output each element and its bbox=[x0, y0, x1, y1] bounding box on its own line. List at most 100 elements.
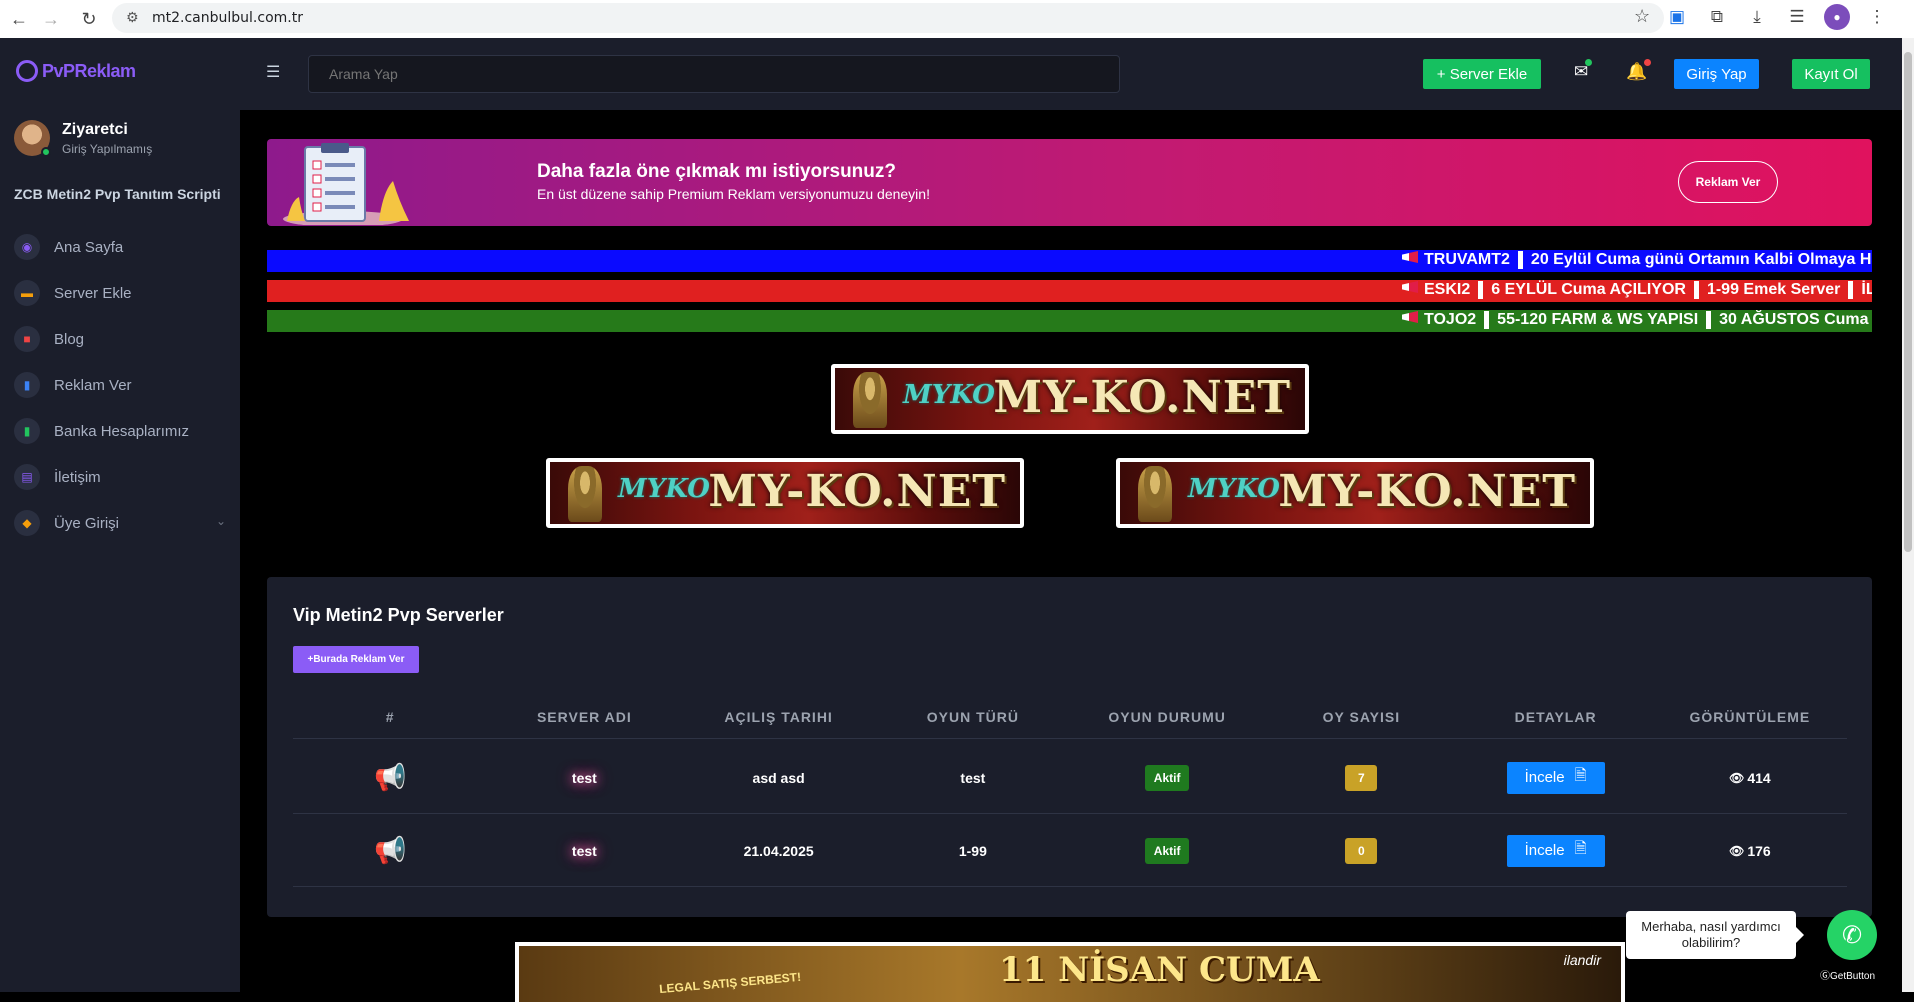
chat-greeting-bubble[interactable]: Merhaba, nasıl yardımcı olabilirim? bbox=[1626, 911, 1804, 959]
sidebar-item-label: Ana Sayfa bbox=[54, 238, 124, 256]
login-button[interactable]: Giriş Yap bbox=[1674, 59, 1759, 89]
megaphone-icon bbox=[1402, 281, 1418, 293]
whatsapp-icon: ✆ bbox=[1841, 921, 1863, 949]
page-scrollbar[interactable] bbox=[1902, 38, 1914, 992]
server-name[interactable]: test bbox=[572, 843, 597, 859]
cell-server-name: test bbox=[487, 843, 681, 859]
ticker-text: TOJO2 bbox=[1424, 311, 1477, 328]
table-row: 📢 test asd asd test Aktif 7 İncele 🗎 👁 414 bbox=[293, 742, 1847, 814]
cell-icon: 📢 bbox=[293, 762, 487, 793]
inspect-button[interactable]: İncele 🗎 bbox=[1506, 834, 1605, 867]
status-badge: Aktif bbox=[1144, 764, 1190, 791]
sidebar-item-advertise[interactable]: ▮ Reklam Ver bbox=[14, 362, 226, 408]
dashboard-icon: ◉ bbox=[14, 234, 40, 260]
cell-details: İncele 🗎 bbox=[1459, 834, 1653, 867]
cell-status: Aktif bbox=[1070, 764, 1264, 791]
place-ad-button[interactable]: +Burada Reklam Ver bbox=[293, 646, 419, 673]
bookmark-star-icon[interactable]: ☆ bbox=[1634, 6, 1650, 27]
logo-text: PvPReklam bbox=[42, 60, 136, 81]
add-server-button[interactable]: + Server Ekle bbox=[1423, 59, 1541, 89]
avatar bbox=[14, 120, 51, 157]
ticker-text: 30 AĞUSTOS Cuma Günü bbox=[1719, 311, 1872, 328]
sidebar-item-contact[interactable]: ▤ İletişim bbox=[14, 454, 226, 500]
bell-icon[interactable]: 🔔 bbox=[1626, 59, 1652, 82]
myko-ad-banner-top[interactable]: MYKO MY-KO.NET bbox=[831, 364, 1309, 434]
sidebar: PvPReklam Ziyaretci Giriş Yapılmamış ZCB… bbox=[0, 38, 240, 992]
banner-headline: 11 NİSAN CUMA bbox=[999, 950, 1320, 990]
forward-icon[interactable]: → bbox=[36, 4, 66, 34]
getbutton-credit[interactable]: ⒼGetButton bbox=[1820, 967, 1875, 982]
cell-views: 👁 414 bbox=[1653, 770, 1847, 786]
document-icon: 🗎 bbox=[1574, 840, 1587, 857]
news-ticker-green[interactable]: TOJO2 55-120 FARM & WS YAPISI 30 AĞUSTOS C… bbox=[267, 310, 1872, 332]
back-icon[interactable]: ← bbox=[4, 4, 34, 34]
ticker-text: ESKI2 bbox=[1424, 281, 1471, 298]
cell-icon: 📢 bbox=[293, 835, 487, 866]
whatsapp-chat-button[interactable]: ✆ bbox=[1827, 910, 1877, 960]
inspect-label: İncele bbox=[1524, 842, 1565, 859]
address-bar[interactable]: ⚙ mt2.canbulbul.com.tr bbox=[112, 3, 1664, 33]
hamburger-menu-icon[interactable]: ☰ bbox=[266, 62, 280, 82]
sidebar-menu: ◉ Ana Sayfa ▬ Server Ekle ■ Blog ▮ Rekla… bbox=[14, 224, 226, 546]
register-button[interactable]: Kayıt Ol bbox=[1792, 59, 1870, 89]
vote-count-badge: 0 bbox=[1345, 837, 1378, 864]
logo-icon bbox=[16, 60, 38, 82]
bottom-ad-banner[interactable]: LEGAL SATIŞ SERBEST! 11 NİSAN CUMA iland… bbox=[515, 942, 1625, 1002]
table-header: # SERVER ADI AÇILIŞ TARIHI OYUN TÜRÜ OYU… bbox=[293, 709, 1847, 739]
browser-menu-icon[interactable]: ⋮ bbox=[1864, 4, 1890, 30]
megaphone-icon: 📢 bbox=[373, 835, 407, 865]
myko-ad-banner-right[interactable]: MYKO MY-KO.NET bbox=[1116, 458, 1594, 528]
bank-icon-glyph: ▮ bbox=[23, 424, 31, 438]
script-title: ZCB Metin2 Pvp Tanıtım Scripti bbox=[14, 186, 221, 202]
reload-icon[interactable]: ↻ bbox=[74, 4, 104, 34]
blog-icon-glyph: ■ bbox=[23, 332, 31, 346]
translate-icon[interactable]: ▣ bbox=[1664, 4, 1690, 30]
megaphone-icon: 📢 bbox=[373, 762, 407, 792]
extensions-icon[interactable]: ⧉ bbox=[1704, 4, 1730, 30]
browser-actions: ▣ ⧉ ⤓ ☰ ● ⋮ bbox=[1664, 4, 1890, 30]
cell-views: 👁 176 bbox=[1653, 843, 1847, 859]
sidebar-item-blog[interactable]: ■ Blog bbox=[14, 316, 226, 362]
ticker-track: TRUVAMT2 20 Eylül Cuma günü Ortamın Kalbi… bbox=[1402, 251, 1872, 269]
inspect-button[interactable]: İncele 🗎 bbox=[1506, 761, 1605, 794]
download-icon[interactable]: ⤓ bbox=[1744, 4, 1770, 30]
cell-open-date: asd asd bbox=[752, 769, 805, 786]
premium-promo-banner: Daha fazla öne çıkmak mı istiyorsunuz? E… bbox=[267, 139, 1872, 226]
vip-servers-card: Vip Metin2 Pvp Serverler +Burada Reklam … bbox=[267, 577, 1872, 917]
ticker-track: ESKI2 6 EYLÜL Cuma AÇILIYOR 1-99 Emek Serv… bbox=[1402, 281, 1872, 299]
warrior-figure bbox=[568, 466, 602, 522]
ticker-text: 6 EYLÜL Cuma AÇILIYOR bbox=[1491, 281, 1686, 298]
ticker-separator bbox=[1706, 311, 1712, 329]
user-name: Ziyaretci bbox=[62, 120, 128, 138]
myko-logo-text: MYKO bbox=[618, 474, 710, 504]
cell-open-date: 21.04.2025 bbox=[743, 842, 814, 859]
sidebar-item-home[interactable]: ◉ Ana Sayfa bbox=[14, 224, 226, 270]
search-input[interactable] bbox=[308, 55, 1120, 93]
news-ticker-red[interactable]: ESKI2 6 EYLÜL Cuma AÇILIYOR 1-99 Emek Serv… bbox=[267, 280, 1872, 302]
news-ticker-blue[interactable]: TRUVAMT2 20 Eylül Cuma günü Ortamın Kalbi… bbox=[267, 250, 1872, 272]
media-icon[interactable]: ☰ bbox=[1784, 4, 1810, 30]
sidebar-item-bank-accounts[interactable]: ▮ Banka Hesaplarımız bbox=[14, 408, 226, 454]
mail-icon[interactable]: ✉ bbox=[1574, 59, 1593, 82]
profile-avatar-icon[interactable]: ● bbox=[1824, 4, 1850, 30]
url-text: mt2.canbulbul.com.tr bbox=[152, 10, 303, 26]
ticker-text: İLK 7 GÜN bbox=[1861, 281, 1872, 298]
eye-icon: 👁 bbox=[1729, 770, 1745, 785]
site-settings-icon[interactable]: ⚙ bbox=[126, 10, 139, 26]
home-icon-glyph: ◉ bbox=[21, 240, 33, 254]
table-row: 📢 test 21.04.2025 1-99 Aktif 0 İncele 🗎 👁… bbox=[293, 815, 1847, 887]
getbutton-logo-icon: Ⓖ bbox=[1820, 971, 1830, 982]
sidebar-item-member-login[interactable]: ◆ Üye Girişi ⌄ bbox=[14, 500, 226, 546]
advertise-button[interactable]: Reklam Ver bbox=[1678, 161, 1778, 203]
myko-ad-banner-left[interactable]: MYKO MY-KO.NET bbox=[546, 458, 1024, 528]
scrollbar-thumb[interactable] bbox=[1904, 52, 1912, 552]
col-header: DETAYLAR bbox=[1514, 709, 1597, 725]
cell-votes: 7 bbox=[1264, 764, 1458, 791]
myko-logo-text: MYKO bbox=[903, 380, 995, 410]
col-header: SERVER ADI bbox=[536, 709, 632, 725]
cell-game-type: 1-99 bbox=[958, 842, 987, 859]
server-name[interactable]: test bbox=[572, 770, 597, 786]
ticker-separator bbox=[1484, 311, 1490, 329]
sidebar-item-add-server[interactable]: ▬ Server Ekle bbox=[14, 270, 226, 316]
site-logo[interactable]: PvPReklam bbox=[16, 60, 136, 82]
